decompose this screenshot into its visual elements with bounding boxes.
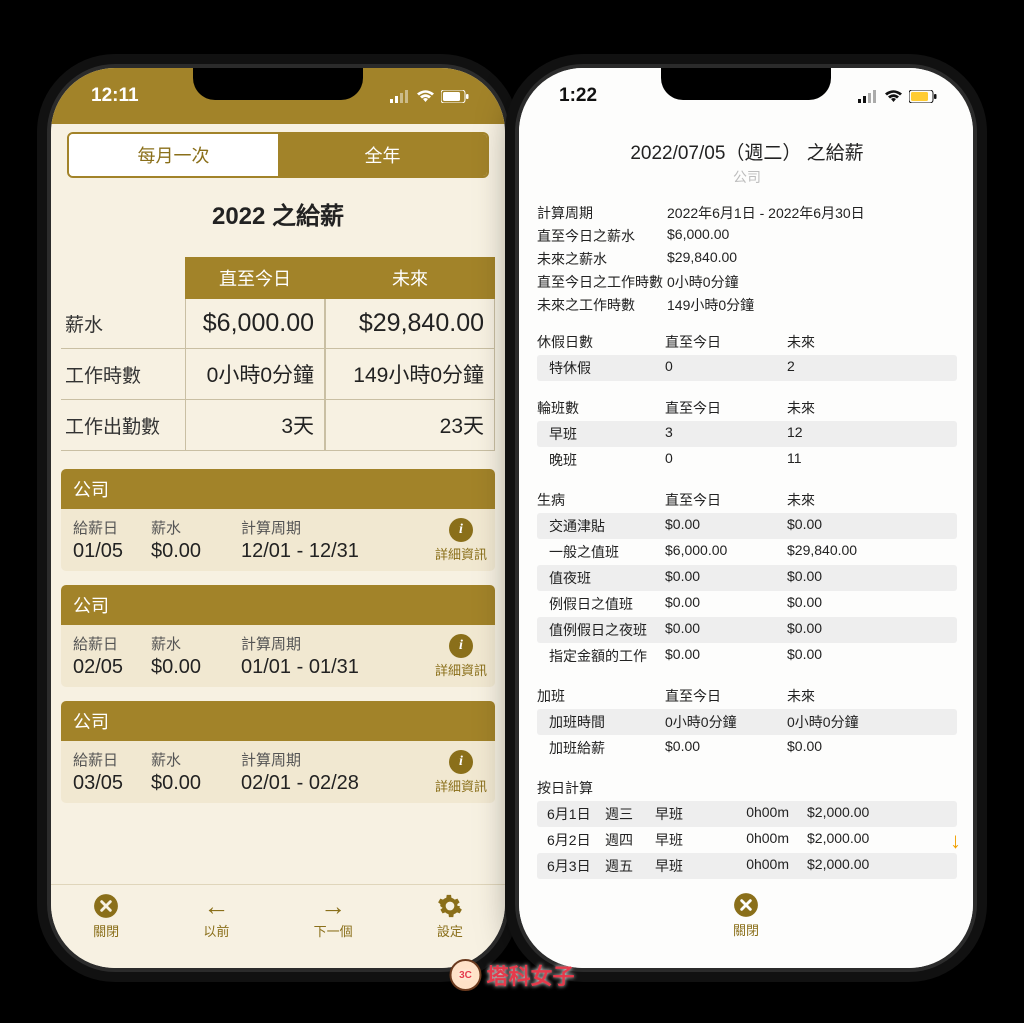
- nav-label: 關閉: [733, 920, 759, 939]
- wifi-icon: [884, 90, 903, 103]
- battery-icon: [909, 90, 937, 103]
- row-future: 23天: [325, 400, 495, 451]
- page-title: 2022 之給薪: [61, 196, 495, 231]
- section-row: 一般之值班$6,000.00$29,840.00: [537, 539, 957, 565]
- section-title: 輪班數: [537, 398, 665, 418]
- summary-row: 計算周期2022年6月1日 - 2022年6月30日: [537, 203, 957, 223]
- status-time: 12:11: [91, 85, 139, 107]
- section-row: 加班給薪$0.00$0.00: [537, 735, 957, 761]
- notch: [193, 68, 363, 100]
- section-title: 休假日數: [537, 332, 665, 352]
- phone-left: 12:11 每月一次 全年 2022 之給薪 直至今日 未來 薪水 $6,000…: [51, 68, 505, 968]
- info-icon: i: [449, 518, 473, 542]
- daily-rows: 6月1日週三早班0h00m$2,000.006月2日週四早班0h00m$2,00…: [537, 801, 957, 884]
- detail-title: 2022/07/05（週二） 之給薪: [537, 138, 957, 165]
- notch: [661, 68, 831, 100]
- close-button[interactable]: 關閉: [733, 892, 759, 939]
- section-row: 加班時間0小時0分鐘0小時0分鐘: [537, 709, 957, 735]
- next-button[interactable]: → 下一個: [314, 893, 353, 940]
- row-label: 工作出勤數: [61, 400, 185, 451]
- nav-label: 關閉: [93, 921, 119, 940]
- signal-icon: [858, 90, 878, 103]
- seg-monthly[interactable]: 每月一次: [69, 134, 278, 176]
- daily-row: 6月1日週三早班0h00m$2,000.00: [537, 801, 957, 827]
- summary-table: 直至今日 未來 薪水 $6,000.00 $29,840.00 工作時數 0小時0…: [61, 257, 495, 451]
- detail-subtitle: 公司: [537, 167, 957, 187]
- info-button[interactable]: i詳細資訊: [435, 750, 487, 795]
- section-row: 例假日之值班$0.00$0.00: [537, 591, 957, 617]
- breakdown-sections: 休假日數直至今日未來特休假02 輪班數直至今日未來早班312晚班011 生病直至今日…: [537, 329, 957, 761]
- arrow-right-icon: →: [320, 893, 346, 919]
- section-row: 晚班011: [537, 447, 957, 473]
- info-button[interactable]: i詳細資訊: [435, 634, 487, 679]
- seg-yearly[interactable]: 全年: [278, 134, 487, 176]
- bottom-nav: 關閉: [519, 884, 973, 968]
- daily-section-title: 按日計算: [537, 775, 957, 801]
- wifi-icon: [416, 90, 435, 103]
- card-company: 公司: [61, 469, 495, 509]
- section-title: 生病: [537, 490, 665, 510]
- section-row: 指定金額的工作$0.00$0.00: [537, 643, 957, 669]
- section-row: 值夜班$0.00$0.00: [537, 565, 957, 591]
- nav-label: 下一個: [314, 921, 353, 940]
- status-icons: [858, 90, 937, 103]
- card-company: 公司: [61, 585, 495, 625]
- daily-row: 6月3日週五早班0h00m$2,000.00: [537, 853, 957, 879]
- section-row: 交通津貼$0.00$0.00: [537, 513, 957, 539]
- phone-right: 1:22 2022/07/05（週二） 之給薪 公司 計算周期2022年6月1日…: [519, 68, 973, 968]
- nav-label: 設定: [437, 921, 463, 940]
- status-time: 1:22: [559, 85, 597, 107]
- info-button[interactable]: i詳細資訊: [435, 518, 487, 563]
- summary-row: 未來之薪水$29,840.00: [537, 249, 957, 269]
- period-segmented-control[interactable]: 每月一次 全年: [67, 132, 489, 178]
- row-label: 工作時數: [61, 349, 185, 400]
- col-future: 未來: [325, 257, 495, 299]
- summary-row: 直至今日之薪水$6,000.00: [537, 226, 957, 246]
- nav-label: 以前: [203, 921, 229, 940]
- daily-row: 6月2日週四早班0h00m$2,000.00: [537, 827, 957, 853]
- row-today: $6,000.00: [185, 299, 325, 349]
- pay-card[interactable]: 公司 給薪日02/05 薪水$0.00 計算周期01/01 - 01/31 i詳…: [61, 585, 495, 687]
- pay-card[interactable]: 公司 給薪日03/05 薪水$0.00 計算周期02/01 - 02/28 i詳…: [61, 701, 495, 803]
- status-icons: [390, 90, 469, 103]
- summary-row: 未來之工作時數149小時0分鐘: [537, 295, 957, 315]
- watermark-avatar-icon: 3C: [449, 959, 481, 991]
- section-row: 特休假02: [537, 355, 957, 381]
- watermark: 3C 塔科女子: [449, 959, 574, 991]
- row-future: $29,840.00: [325, 299, 495, 349]
- breakdown-section: 加班直至今日未來加班時間0小時0分鐘0小時0分鐘加班給薪$0.00$0.00: [537, 683, 957, 761]
- card-company: 公司: [61, 701, 495, 741]
- info-icon: i: [449, 750, 473, 774]
- detail-content: 2022/07/05（週二） 之給薪 公司 計算周期2022年6月1日 - 20…: [519, 124, 973, 884]
- breakdown-section: 休假日數直至今日未來特休假02: [537, 329, 957, 381]
- row-today: 0小時0分鐘: [185, 349, 325, 400]
- bottom-nav: 關閉 ← 以前 → 下一個 設定: [51, 884, 505, 968]
- gear-icon: [437, 893, 463, 919]
- row-label: 薪水: [61, 299, 185, 349]
- summary-list: 計算周期2022年6月1日 - 2022年6月30日直至今日之薪水$6,000.…: [537, 203, 957, 315]
- prev-button[interactable]: ← 以前: [203, 893, 229, 940]
- scroll-down-indicator-icon[interactable]: ↓: [950, 828, 961, 854]
- pay-card[interactable]: 公司 給薪日01/05 薪水$0.00 計算周期12/01 - 12/31 i詳…: [61, 469, 495, 571]
- arrow-left-icon: ←: [203, 893, 229, 919]
- pay-period-cards: 公司 給薪日01/05 薪水$0.00 計算周期12/01 - 12/31 i詳…: [61, 469, 495, 803]
- col-today: 直至今日: [185, 257, 325, 299]
- info-icon: i: [449, 634, 473, 658]
- close-button[interactable]: 關閉: [93, 893, 119, 940]
- row-future: 149小時0分鐘: [325, 349, 495, 400]
- section-row: 早班312: [537, 421, 957, 447]
- summary-row: 直至今日之工作時數0小時0分鐘: [537, 272, 957, 292]
- breakdown-section: 生病直至今日未來交通津貼$0.00$0.00一般之值班$6,000.00$29,…: [537, 487, 957, 669]
- watermark-text: 塔科女子: [486, 959, 574, 991]
- section-row: 值例假日之夜班$0.00$0.00: [537, 617, 957, 643]
- settings-button[interactable]: 設定: [437, 893, 463, 940]
- section-title: 加班: [537, 686, 665, 706]
- row-today: 3天: [185, 400, 325, 451]
- battery-icon: [441, 90, 469, 103]
- signal-icon: [390, 90, 410, 103]
- main-content: 每月一次 全年 2022 之給薪 直至今日 未來 薪水 $6,000.00 $2…: [51, 132, 505, 803]
- breakdown-section: 輪班數直至今日未來早班312晚班011: [537, 395, 957, 473]
